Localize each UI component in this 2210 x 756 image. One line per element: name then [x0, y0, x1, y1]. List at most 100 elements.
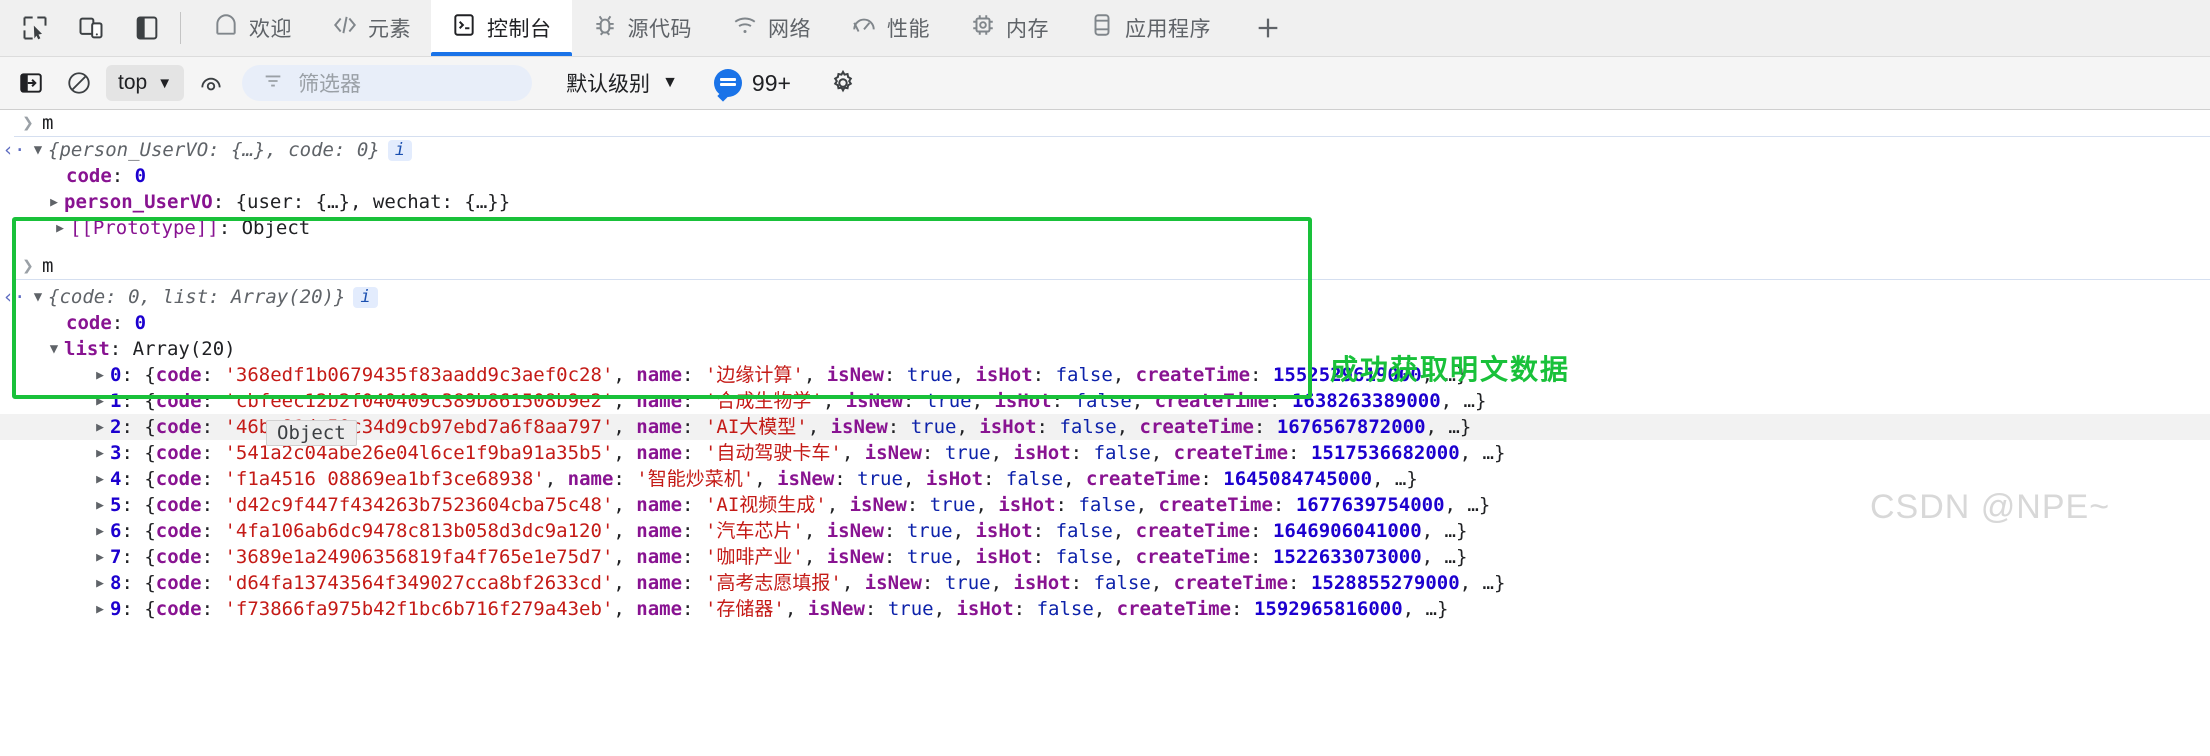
- no-entry-icon[interactable]: [58, 62, 100, 104]
- item-name-key: name: [636, 597, 683, 620]
- console-output[interactable]: ❯ m ‹· ▼ {person_UserVO: {…}, code: 0} i cod…: [0, 110, 2210, 756]
- array-index: 6: [110, 519, 122, 542]
- item-name-key: name: [636, 571, 683, 594]
- object-property-row[interactable]: ▼ list: Array(20): [0, 336, 2210, 362]
- clear-console-icon[interactable]: [10, 62, 52, 104]
- info-badge[interactable]: i: [353, 286, 378, 308]
- expand-triangle-icon[interactable]: ▶: [90, 468, 110, 491]
- item-createtime-value: 1646906041000: [1272, 519, 1422, 542]
- console-result-row[interactable]: ‹· ▼ {person_UserVO: {…}, code: 0} i: [0, 137, 2210, 163]
- item-ishot-key: isHot: [975, 545, 1033, 568]
- object-property-row[interactable]: code: 0: [0, 310, 2210, 336]
- tabbar-left-icons: [0, 7, 168, 49]
- property-value: 0: [134, 311, 147, 334]
- item-isnew-key: isNew: [826, 519, 884, 542]
- item-code-key: code: [155, 571, 202, 594]
- tab-performance[interactable]: 性能: [831, 0, 950, 56]
- item-isnew-key: isNew: [807, 597, 865, 620]
- info-badge[interactable]: i: [387, 139, 412, 161]
- object-property-row[interactable]: ▶ person_UserVO: {user: {…}, wechat: {…}}: [0, 189, 2210, 215]
- tab-welcome[interactable]: 欢迎: [193, 0, 312, 56]
- item-ishot-value: false: [1055, 545, 1113, 568]
- item-code-value: 'd64fa13743564f349027cca8bf2633cd': [224, 571, 614, 594]
- tab-console[interactable]: 控制台: [431, 0, 572, 56]
- item-ishot-value: false: [1078, 493, 1136, 516]
- item-createtime-value: 1645084745000: [1223, 467, 1373, 490]
- expand-triangle-icon[interactable]: ▶: [90, 572, 110, 595]
- item-code-value: 'cbfeec12b2f040409c389b861508b9e2': [224, 389, 614, 412]
- expand-triangle-icon[interactable]: ▶: [90, 416, 110, 439]
- expand-triangle-icon[interactable]: ▶: [90, 546, 110, 569]
- object-property-row[interactable]: ▶ [[Prototype]]: Object: [0, 215, 2210, 241]
- tab-label: 内存: [1006, 18, 1049, 41]
- chevron-down-icon: ▼: [662, 74, 678, 91]
- item-name-key: name: [636, 493, 683, 516]
- item-name-value: '汽车芯片': [704, 519, 804, 542]
- array-index: 4: [110, 467, 122, 490]
- item-code-key: code: [155, 363, 202, 386]
- tabbar-divider: [180, 12, 181, 44]
- item-isnew-key: isNew: [826, 545, 884, 568]
- filter-input[interactable]: 筛选器: [242, 65, 533, 101]
- item-name-value: '智能炒菜机': [636, 467, 755, 490]
- array-item-row[interactable]: ▶ 0: {code: '368edf1b0679435f83aadd9c3aef…: [0, 362, 2210, 388]
- array-item-row[interactable]: ▶ 8: {code: 'd64fa13743564f349027cca8bf26…: [0, 570, 2210, 596]
- expand-triangle-icon[interactable]: ▼: [44, 338, 64, 361]
- item-ishot-value: false: [1074, 389, 1132, 412]
- array-item-row[interactable]: ▶ 1: {code: 'cbfeec12b2f040409c389b861508…: [0, 388, 2210, 414]
- tab-sources[interactable]: 源代码: [572, 0, 713, 56]
- item-code-key: code: [155, 441, 202, 464]
- expand-triangle-icon[interactable]: ▶: [90, 494, 110, 517]
- item-createtime-value: 1592965816000: [1253, 597, 1403, 620]
- expand-triangle-icon[interactable]: ▶: [90, 442, 110, 465]
- watermark: CSDN @NPE~: [1870, 488, 2111, 526]
- tab-network[interactable]: 网络: [712, 0, 831, 56]
- expand-triangle-icon[interactable]: ▶: [90, 390, 110, 413]
- home-icon: [213, 12, 239, 44]
- issues-bubble-icon: [713, 69, 742, 97]
- inspect-cursor-icon[interactable]: [14, 7, 56, 49]
- object-property-row[interactable]: code: 0: [0, 163, 2210, 189]
- property-value: 0: [134, 164, 147, 187]
- console-input-text: m: [42, 254, 54, 277]
- item-suffix: , …}: [1459, 441, 1506, 464]
- array-item-row[interactable]: ▶ 9: {code: 'f73866fa975b42f1bc6b716f279a…: [0, 596, 2210, 622]
- object-hover-tooltip: Object: [266, 420, 357, 446]
- dock-side-icon[interactable]: [126, 7, 168, 49]
- expand-triangle-icon[interactable]: ▶: [90, 364, 110, 387]
- expand-triangle-icon[interactable]: ▶: [90, 520, 110, 543]
- item-isnew-value: true: [929, 493, 976, 516]
- performance-icon: [851, 12, 877, 44]
- tab-elements[interactable]: 元素: [312, 0, 431, 56]
- array-item-row[interactable]: ▶ 7: {code: '3689e1a24906356819fa4f765e1e…: [0, 544, 2210, 570]
- array-index: 3: [110, 441, 122, 464]
- tab-memory[interactable]: 内存: [950, 0, 1069, 56]
- execution-context-selector[interactable]: top ▼: [106, 65, 185, 101]
- expand-triangle-icon[interactable]: ▶: [50, 217, 70, 240]
- console-input-row[interactable]: ❯ m: [14, 110, 2210, 137]
- expand-triangle-icon[interactable]: ▼: [28, 286, 48, 309]
- item-code-value: '368edf1b0679435f83aadd9c3aef0c28': [224, 363, 614, 386]
- expand-triangle-icon[interactable]: ▶: [44, 191, 64, 214]
- item-code-key: code: [155, 493, 202, 516]
- live-expression-eye-icon[interactable]: [190, 62, 232, 104]
- tab-list: 欢迎 元素 控制台 源代码 网络 性能 内存 应用程序: [193, 0, 1293, 56]
- item-suffix: , …}: [1402, 597, 1449, 620]
- add-tab-button[interactable]: [1243, 3, 1293, 53]
- console-input-row[interactable]: ❯ m: [14, 253, 2210, 280]
- item-suffix: , …}: [1421, 519, 1468, 542]
- console-result-row[interactable]: ‹· ▼ {code: 0, list: Array(20)} i: [0, 284, 2210, 310]
- expand-triangle-icon[interactable]: ▶: [90, 598, 110, 621]
- item-isnew-value: true: [910, 415, 957, 438]
- device-toolbar-icon[interactable]: [70, 7, 112, 49]
- log-level-selector[interactable]: 默认级别 ▼: [566, 68, 678, 98]
- item-name-value: '存储器': [704, 597, 785, 620]
- item-ishot-value: false: [1005, 467, 1064, 490]
- wifi-icon: [732, 12, 758, 44]
- item-createtime-value: 1528855279000: [1310, 571, 1460, 594]
- expand-triangle-icon[interactable]: ▼: [28, 139, 48, 162]
- item-ishot-key: isHot: [994, 389, 1052, 412]
- issues-badge[interactable]: 99+: [713, 69, 791, 97]
- tab-application[interactable]: 应用程序: [1069, 0, 1231, 56]
- gear-icon[interactable]: [823, 63, 863, 103]
